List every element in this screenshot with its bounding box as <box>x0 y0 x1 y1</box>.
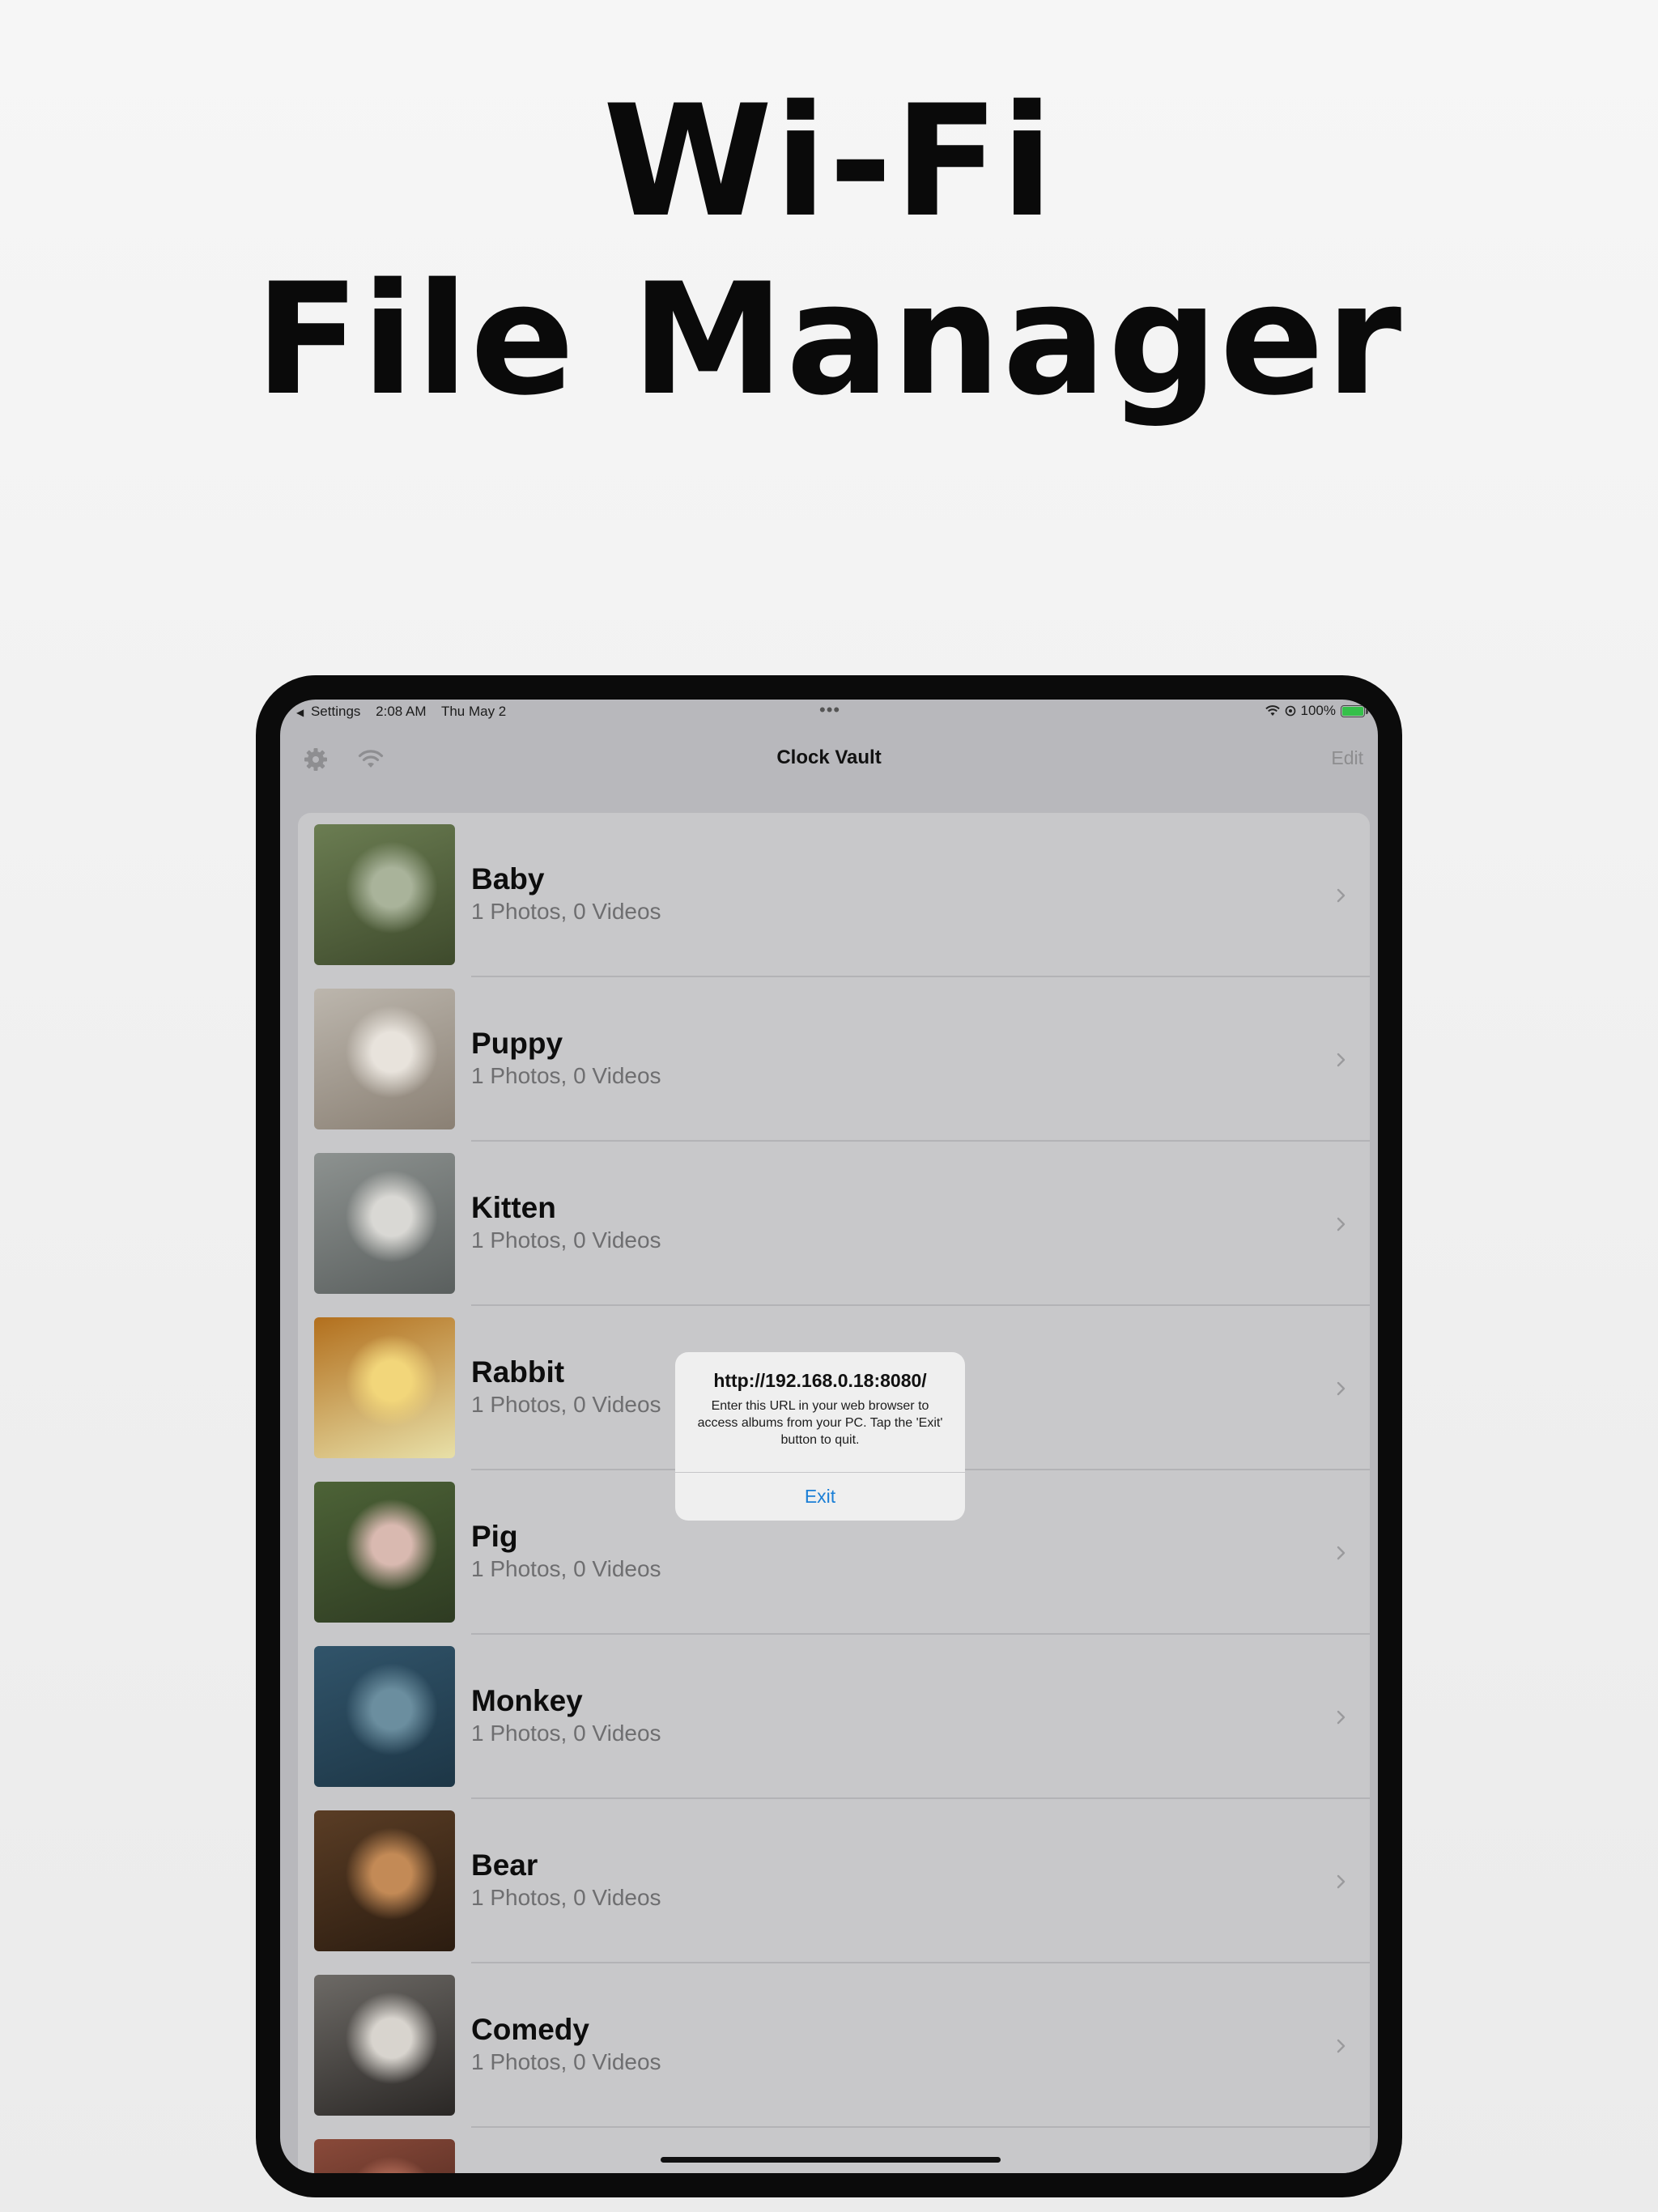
status-time: 2:08 AM <box>376 704 427 719</box>
album-count: 1 Photos, 0 Videos <box>471 1392 661 1417</box>
headline-line-2: File Manager <box>254 250 1404 429</box>
chevron-right-icon <box>1337 2039 1346 2053</box>
album-row[interactable]: Baby 1 Photos, 0 Videos <box>298 813 1370 977</box>
album-title: Comedy <box>471 2013 589 2046</box>
tablet-screen: ◀ Settings 2:08 AM Thu May 2 ••• 100% Cl… <box>280 700 1378 2173</box>
album-count: 1 Photos, 0 Videos <box>471 1885 661 1910</box>
album-title: Bear <box>471 1848 538 1882</box>
headline: Wi-Fi File Manager <box>0 73 1658 429</box>
album-row[interactable]: Bear 1 Photos, 0 Videos <box>298 1799 1370 1963</box>
album-count: 1 Photos, 0 Videos <box>471 2049 661 2074</box>
nav-title: Clock Vault <box>776 747 882 768</box>
album-row[interactable]: Monkey 1 Photos, 0 Videos <box>298 1635 1370 1799</box>
album-count: 1 Photos, 0 Videos <box>471 1721 661 1746</box>
album-title: Puppy <box>471 1027 563 1060</box>
album-thumbnail <box>314 1810 455 1951</box>
battery-percent: 100% <box>1300 703 1336 718</box>
album-thumbnail <box>314 989 455 1129</box>
location-icon <box>1285 705 1295 717</box>
album-title: Kitten <box>471 1191 556 1224</box>
album-thumbnail <box>314 1646 455 1787</box>
alert-exit-button[interactable]: Exit <box>675 1473 965 1521</box>
back-arrow-icon[interactable]: ◀ <box>296 707 304 718</box>
alert-title: http://192.168.0.18:8080/ <box>713 1370 927 1391</box>
album-title: Baby <box>471 862 545 895</box>
chevron-right-icon <box>1337 1217 1346 1231</box>
headline-line-1: Wi-Fi <box>602 72 1056 251</box>
battery-charging-icon <box>1341 704 1368 717</box>
album-thumbnail <box>314 1482 455 1623</box>
album-title: Monkey <box>471 1684 583 1717</box>
home-indicator[interactable] <box>661 2157 1001 2163</box>
album-count: 1 Photos, 0 Videos <box>471 1556 661 1581</box>
album-row[interactable]: Comedy 1 Photos, 0 Videos <box>298 1963 1370 2128</box>
album-count: 1 Photos, 0 Videos <box>471 899 661 924</box>
chevron-right-icon <box>1337 888 1346 903</box>
album-row[interactable]: Puppy 1 Photos, 0 Videos <box>298 977 1370 1142</box>
wifi-alert-dialog: http://192.168.0.18:8080/ Enter this URL… <box>675 1352 965 1521</box>
album-thumbnail <box>314 1975 455 2116</box>
tablet-frame: ◀ Settings 2:08 AM Thu May 2 ••• 100% Cl… <box>256 675 1402 2197</box>
album-thumbnail <box>314 824 455 965</box>
album-title: Pig <box>471 1520 518 1553</box>
album-count: 1 Photos, 0 Videos <box>471 1227 661 1253</box>
album-thumbnail <box>314 2139 455 2173</box>
navigation-bar: Clock Vault Edit <box>280 732 1378 784</box>
alert-message: Enter this URL in your web browser to ac… <box>697 1399 943 1447</box>
wifi-icon <box>1265 705 1280 716</box>
album-row[interactable] <box>298 2128 1370 2173</box>
edit-button[interactable]: Edit <box>1331 747 1363 769</box>
chevron-right-icon <box>1337 1710 1346 1725</box>
album-thumbnail <box>314 1317 455 1458</box>
status-back-label[interactable]: Settings <box>311 704 360 719</box>
status-bar: ◀ Settings 2:08 AM Thu May 2 ••• 100% <box>280 700 1378 722</box>
album-title: Rabbit <box>471 1355 565 1389</box>
chevron-right-icon <box>1337 1381 1346 1396</box>
chevron-right-icon <box>1337 1874 1346 1889</box>
album-row[interactable]: Kitten 1 Photos, 0 Videos <box>298 1142 1370 1306</box>
chevron-right-icon <box>1337 1053 1346 1067</box>
multitasking-dots-icon[interactable]: ••• <box>819 700 840 721</box>
status-date: Thu May 2 <box>440 704 507 719</box>
album-thumbnail <box>314 1153 455 1294</box>
chevron-right-icon <box>1337 1546 1346 1560</box>
album-count: 1 Photos, 0 Videos <box>471 1063 661 1088</box>
